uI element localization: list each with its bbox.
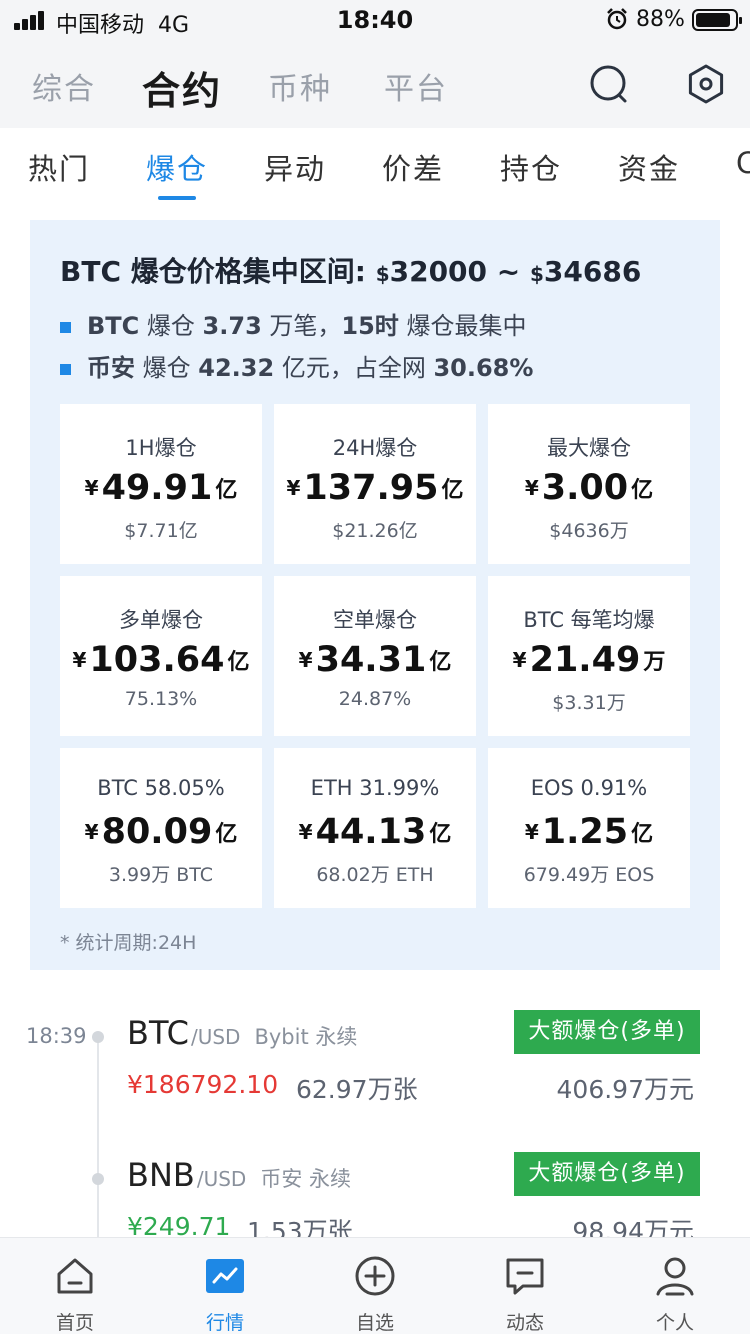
subtab-position[interactable]: 持仓 (500, 146, 562, 188)
market-chart-icon (206, 1259, 244, 1293)
stat-value: ¥103.64 亿 (72, 640, 250, 680)
stat-period-note: * 统计周期:24H (60, 932, 197, 954)
stat-label: ETH 31.99% (310, 776, 440, 800)
stat-sub: $3.31万 (552, 692, 626, 714)
stat-value: ¥44.13 亿 (298, 812, 452, 852)
subtab-more-partial[interactable]: C (736, 146, 750, 180)
stat-cell-eth[interactable]: ETH 31.99% ¥44.13 亿 68.02万 ETH (274, 748, 476, 908)
stat-value: ¥34.31 亿 (298, 640, 452, 680)
stat-sub: $4636万 (549, 520, 629, 542)
stat-label: BTC 58.05% (97, 776, 225, 800)
bottom-tab-bar: 首页 行情 自选 动态 个人 (0, 1237, 750, 1334)
subtab-hot[interactable]: 热门 (28, 146, 90, 188)
stat-label: 最大爆仓 (547, 436, 631, 460)
stat-label: EOS 0.91% (530, 776, 648, 800)
stat-label: 空单爆仓 (333, 608, 417, 632)
tab-coin[interactable]: 币种 (268, 64, 332, 108)
stat-sub: $21.26亿 (332, 520, 418, 542)
tab-news[interactable]: 动态 (450, 1238, 600, 1334)
large-liquidation-badge: 大额爆仓(多单) (514, 1010, 700, 1054)
liquidation-feed-item[interactable]: 18:39 BTC/USD Bybit 永续 大额爆仓(多单) ¥186792.1… (0, 1010, 750, 1150)
stat-label: BTC 每笔均爆 (523, 608, 655, 632)
stat-sub: 68.02万 ETH (316, 864, 434, 886)
stat-label: 1H爆仓 (125, 436, 197, 460)
tab-overview[interactable]: 综合 (32, 64, 96, 108)
timeline-dot (92, 1031, 104, 1043)
stat-sub: 75.13% (124, 688, 198, 710)
tab-market[interactable]: 行情 (150, 1238, 300, 1334)
tab-watchlist[interactable]: 自选 (300, 1238, 450, 1334)
settings-icon[interactable] (686, 64, 726, 104)
bullet-square-icon (60, 363, 71, 375)
stat-cell-btc[interactable]: BTC 58.05% ¥80.09 亿 3.99万 BTC (60, 748, 262, 908)
sub-tabs: 热门 爆仓 异动 价差 持仓 资金 C (0, 128, 750, 204)
tab-label: 自选 (355, 1312, 394, 1334)
search-icon[interactable] (589, 64, 629, 104)
large-liquidation-badge: 大额爆仓(多单) (514, 1152, 700, 1196)
tab-label: 首页 (55, 1312, 94, 1334)
subtab-funds[interactable]: 资金 (618, 146, 680, 188)
tab-label: 个人 (655, 1312, 694, 1334)
subtab-movement[interactable]: 异动 (264, 146, 326, 188)
bullet-binance-liquidation: 币安 爆仓 42.32 亿元，占全网 30.68% (60, 348, 533, 383)
stat-cell-btc-avg[interactable]: BTC 每笔均爆 ¥21.49 万 $3.31万 (488, 576, 690, 736)
stat-value: ¥80.09 亿 (84, 812, 238, 852)
stat-label: 多单爆仓 (119, 608, 203, 632)
home-icon (57, 1258, 93, 1294)
battery-icon (692, 9, 742, 31)
stat-value: ¥1.25 亿 (524, 812, 654, 852)
stat-cell-eos[interactable]: EOS 0.91% ¥1.25 亿 679.49万 EOS (488, 748, 690, 908)
status-bar: 中国移动 4G 18:40 88% (0, 0, 750, 40)
alarm-icon (607, 8, 627, 30)
stat-sub: 24.87% (338, 688, 412, 710)
stat-sub: 3.99万 BTC (108, 864, 214, 886)
stat-value: ¥137.95 亿 (286, 468, 464, 508)
stat-sub: 679.49万 EOS (523, 864, 655, 886)
tab-profile[interactable]: 个人 (600, 1238, 750, 1334)
user-icon (656, 1257, 694, 1296)
bullet-square-icon (60, 321, 71, 333)
tab-home[interactable]: 首页 (0, 1238, 150, 1334)
tab-contract[interactable]: 合约 (142, 60, 222, 115)
timeline-dot (92, 1173, 104, 1185)
bullet-btc-liquidation: BTC 爆仓 3.73 万笔，15时 爆仓最集中 (60, 306, 526, 341)
stat-value: ¥3.00 亿 (524, 468, 654, 508)
stat-label: 24H爆仓 (332, 436, 418, 460)
price-range-title: BTC 爆仓价格集中区间: $32000 ~ $34686 (60, 255, 642, 288)
stat-cell-long[interactable]: 多单爆仓 ¥103.64 亿 75.13% (60, 576, 262, 736)
tab-label: 动态 (505, 1312, 544, 1334)
liquidation-summary-panel: BTC 爆仓价格集中区间: $32000 ~ $34686 BTC 爆仓 3.7… (30, 220, 720, 970)
active-tab-indicator (158, 196, 196, 200)
add-circle-icon (355, 1256, 395, 1296)
battery-percent: 88% (636, 7, 685, 32)
subtab-spread[interactable]: 价差 (382, 146, 444, 188)
feed-symbol: BNB/USD 币安 永续 (127, 1156, 352, 1194)
feed-price: ¥186792.10 (127, 1070, 279, 1099)
feed-amount: 406.97万元 (556, 1075, 694, 1104)
message-icon (506, 1258, 544, 1295)
stat-sub: $7.71亿 (124, 520, 198, 542)
subtab-liquidation[interactable]: 爆仓 (146, 146, 208, 188)
top-nav: 综合 合约 币种 平台 (0, 40, 750, 128)
stat-cell-1h[interactable]: 1H爆仓 ¥49.91 亿 $7.71亿 (60, 404, 262, 564)
feed-symbol: BTC/USD Bybit 永续 (127, 1014, 358, 1052)
feed-time: 18:39 (26, 1024, 87, 1048)
tab-label: 行情 (205, 1312, 244, 1334)
stat-cell-max[interactable]: 最大爆仓 ¥3.00 亿 $4636万 (488, 404, 690, 564)
tab-platform[interactable]: 平台 (384, 64, 448, 108)
feed-quantity: 62.97万张 (296, 1075, 418, 1104)
stat-value: ¥49.91 亿 (84, 468, 238, 508)
stat-value: ¥21.49 万 (512, 640, 666, 680)
stat-cell-24h[interactable]: 24H爆仓 ¥137.95 亿 $21.26亿 (274, 404, 476, 564)
stat-cell-short[interactable]: 空单爆仓 ¥34.31 亿 24.87% (274, 576, 476, 736)
